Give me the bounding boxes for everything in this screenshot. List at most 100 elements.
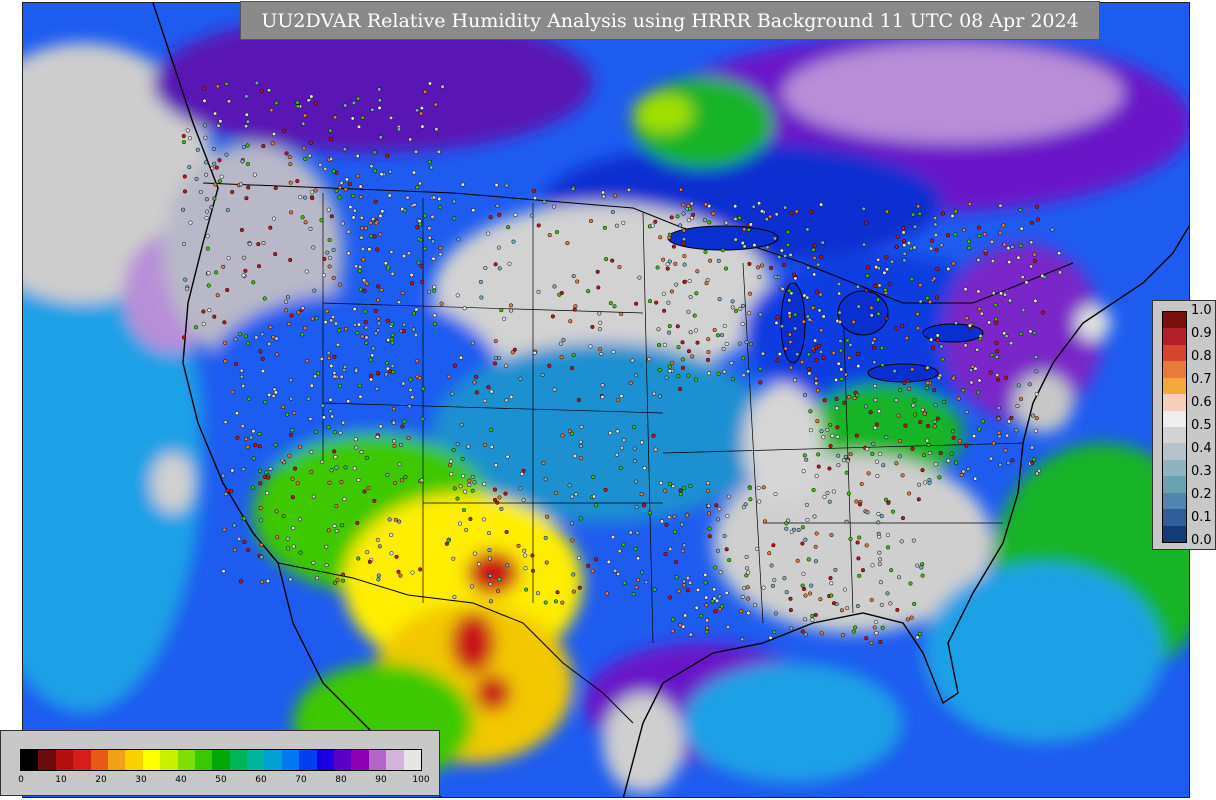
station-dot bbox=[492, 487, 497, 492]
station-dot bbox=[619, 311, 624, 317]
station-dot bbox=[206, 271, 211, 276]
station-dot bbox=[497, 577, 502, 582]
station-dot bbox=[725, 514, 730, 519]
station-dot bbox=[812, 272, 817, 277]
station-dot bbox=[295, 481, 300, 486]
station-dot bbox=[308, 226, 313, 231]
station-dot bbox=[1009, 415, 1014, 420]
station-dot bbox=[364, 455, 369, 460]
station-dot bbox=[672, 529, 677, 534]
rh-tick-label: 90 bbox=[375, 775, 387, 785]
station-dot bbox=[570, 494, 575, 499]
station-dot bbox=[742, 227, 747, 232]
station-dot bbox=[671, 244, 676, 249]
station-dot bbox=[715, 517, 721, 522]
station-dot bbox=[666, 330, 672, 335]
station-dot bbox=[676, 374, 681, 379]
station-dot bbox=[977, 234, 982, 239]
station-dot bbox=[991, 291, 996, 296]
station-dot bbox=[918, 420, 923, 425]
station-dot bbox=[737, 341, 742, 346]
station-dot bbox=[343, 103, 348, 108]
station-dot bbox=[568, 319, 573, 324]
station-dot bbox=[452, 363, 457, 368]
station-dot bbox=[920, 573, 925, 578]
station-dot bbox=[1029, 220, 1034, 225]
station-dot bbox=[378, 135, 383, 140]
station-dot bbox=[871, 441, 876, 446]
station-dot bbox=[216, 123, 221, 128]
station-dot bbox=[678, 223, 683, 228]
station-dot bbox=[828, 576, 833, 581]
station-dot bbox=[482, 481, 487, 486]
rh-tick-label: 60 bbox=[255, 775, 267, 785]
station-dot bbox=[640, 570, 645, 575]
station-dot bbox=[378, 424, 383, 429]
station-dot bbox=[456, 237, 461, 242]
rh-swatch bbox=[107, 750, 126, 770]
station-dot bbox=[977, 378, 982, 383]
station-dot bbox=[681, 202, 686, 207]
station-dot bbox=[285, 295, 290, 300]
station-dot bbox=[376, 316, 381, 321]
station-dot bbox=[408, 377, 413, 382]
station-dot bbox=[686, 309, 691, 314]
station-dot bbox=[521, 468, 526, 473]
station-dot bbox=[461, 473, 466, 479]
station-dot bbox=[493, 463, 498, 468]
station-dot bbox=[535, 591, 540, 596]
title-box: UU2DVAR Relative Humidity Analysis using… bbox=[240, 1, 1100, 40]
station-dot bbox=[214, 165, 219, 170]
station-dot bbox=[385, 153, 390, 158]
station-dot bbox=[384, 372, 389, 377]
station-dot bbox=[865, 265, 870, 270]
station-dot bbox=[353, 437, 358, 442]
station-dot bbox=[990, 258, 995, 264]
station-dot bbox=[373, 331, 378, 336]
rh-swatch bbox=[334, 750, 352, 770]
station-dot bbox=[565, 241, 570, 246]
station-dot bbox=[939, 243, 944, 248]
station-dot bbox=[712, 327, 717, 333]
station-dot bbox=[911, 538, 916, 543]
station-dot bbox=[610, 258, 615, 263]
station-dot bbox=[636, 577, 641, 582]
station-dot bbox=[493, 355, 498, 360]
station-dot bbox=[705, 357, 711, 362]
station-dot bbox=[748, 222, 753, 227]
station-dot bbox=[376, 573, 381, 578]
station-dot bbox=[545, 514, 550, 519]
qc-colorbar-legend: 1.0 0.9 0.8 0.7 0.6 0.5 0.4 0.3 0.2 0.1 0.0 bbox=[1152, 300, 1216, 550]
station-dot bbox=[202, 98, 207, 103]
station-dot bbox=[855, 603, 860, 609]
station-dot bbox=[692, 313, 697, 318]
station-dot bbox=[622, 580, 627, 586]
new-mexico-red bbox=[467, 551, 519, 595]
station-dot bbox=[432, 313, 437, 318]
qc-tick-label: 0.5 bbox=[1191, 418, 1212, 433]
station-dot bbox=[438, 252, 443, 257]
station-dot bbox=[1006, 460, 1011, 465]
station-dot bbox=[559, 355, 564, 360]
station-dot bbox=[340, 572, 346, 577]
station-dot bbox=[877, 562, 882, 567]
station-dot bbox=[530, 568, 536, 573]
station-dot bbox=[237, 332, 243, 337]
station-dot bbox=[370, 353, 375, 358]
station-dot bbox=[966, 239, 971, 244]
station-dot bbox=[812, 514, 817, 519]
station-dot bbox=[896, 413, 901, 418]
station-dot bbox=[232, 523, 237, 528]
station-dot bbox=[259, 542, 264, 547]
station-dot bbox=[910, 446, 915, 451]
station-dot bbox=[320, 459, 325, 465]
station-dot bbox=[930, 238, 935, 243]
station-dot bbox=[401, 381, 406, 386]
station-dot bbox=[775, 315, 780, 320]
station-dot bbox=[242, 255, 247, 260]
station-dot bbox=[378, 232, 383, 237]
station-dot bbox=[1032, 330, 1037, 335]
station-dot bbox=[870, 451, 875, 456]
station-dot bbox=[1003, 448, 1008, 453]
rh-swatch bbox=[55, 750, 74, 770]
